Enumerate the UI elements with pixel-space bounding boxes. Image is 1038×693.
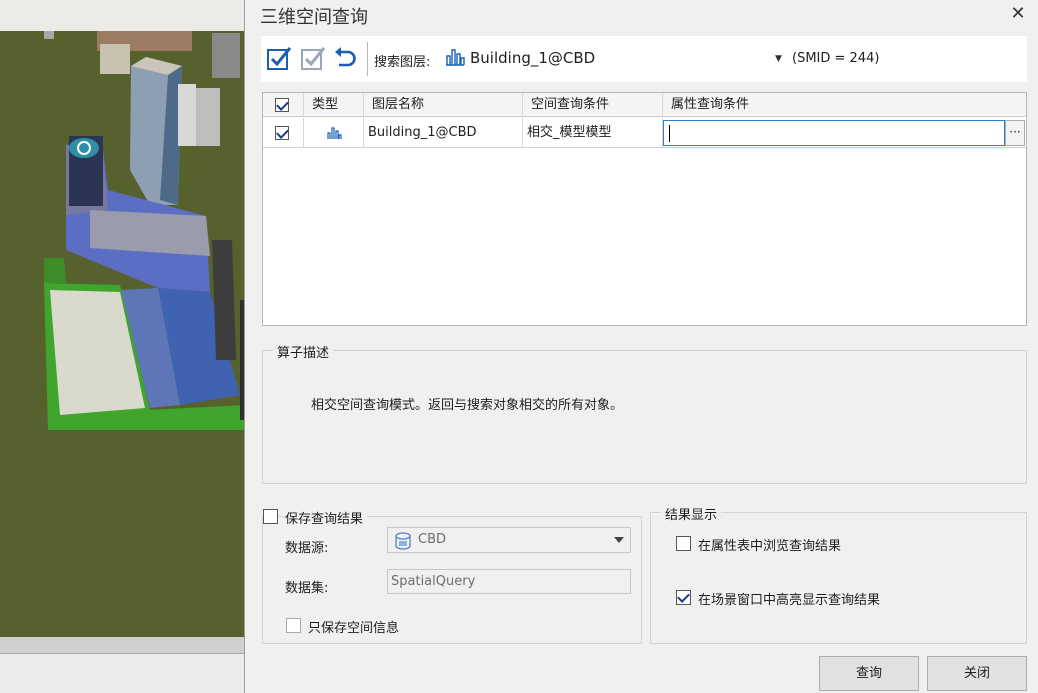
titlebar: 三维空间查询 ✕	[245, 0, 1038, 30]
undo-icon[interactable]	[331, 44, 361, 74]
row-type-cell	[304, 118, 364, 148]
header-layer-name[interactable]: 图层名称	[364, 93, 523, 117]
row-layer-name[interactable]: Building_1@CBD	[364, 118, 523, 148]
close-button[interactable]: 关闭	[927, 656, 1027, 691]
spatial-query-dialog: 三维空间查询 ✕ 搜索图层: Building_1@CBD ▼ (SMID = …	[244, 0, 1038, 693]
search-layer-label: 搜索图层:	[374, 55, 431, 70]
highlight-in-scene-label[interactable]: 在场景窗口中高亮显示查询结果	[698, 589, 880, 608]
dialog-title: 三维空间查询	[260, 7, 368, 28]
attr-condition-input[interactable]	[663, 120, 1005, 146]
building-layer-icon	[327, 127, 342, 139]
toolbar-separator	[367, 42, 368, 76]
datasource-combo[interactable]: CBD	[387, 527, 631, 553]
datasource-value: CBD	[418, 532, 447, 547]
scene-statusbar	[0, 653, 244, 693]
operator-desc-title: 算子描述	[273, 342, 334, 361]
grid-header: 类型 图层名称 空间查询条件 属性查询条件	[263, 93, 1026, 117]
layer-dropdown-arrow-icon[interactable]: ▼	[775, 54, 782, 64]
spatial-only-label[interactable]: 只保存空间信息	[308, 617, 399, 636]
operator-desc-group: 算子描述 相交空间查询模式。返回与搜索对象相交的所有对象。	[262, 342, 1027, 484]
query-button[interactable]: 查询	[819, 656, 919, 691]
smid-label: (SMID = 244)	[792, 51, 880, 66]
row-spatial-condition[interactable]: 相交_模型模型	[523, 118, 663, 148]
dataset-label: 数据集:	[285, 581, 329, 596]
save-results-checkbox[interactable]	[263, 509, 278, 524]
dataset-value: SpatialQuery	[391, 574, 476, 589]
datasource-icon	[395, 532, 411, 550]
row-checkbox-cell	[263, 118, 304, 148]
text-caret	[669, 125, 670, 142]
search-layer-value[interactable]: Building_1@CBD	[470, 49, 595, 67]
header-type[interactable]: 类型	[304, 93, 364, 117]
spatial-only-checkbox[interactable]	[286, 618, 301, 633]
attr-condition-ellipsis-button[interactable]: ···	[1005, 120, 1025, 146]
close-icon[interactable]: ✕	[1007, 3, 1029, 25]
building-layer-icon	[445, 47, 465, 67]
browse-in-table-checkbox[interactable]	[676, 536, 691, 551]
header-checkbox-cell	[263, 93, 304, 117]
scene-viewport[interactable]	[0, 0, 244, 693]
header-spatial-condition[interactable]: 空间查询条件	[523, 93, 663, 117]
datasource-label: 数据源:	[285, 541, 329, 556]
result-display-group: 结果显示	[650, 504, 1027, 644]
result-display-title: 结果显示	[661, 504, 722, 523]
highlight-in-scene-checkbox[interactable]	[676, 590, 691, 605]
chevron-down-icon	[614, 537, 624, 543]
query-layer-grid: 类型 图层名称 空间查询条件 属性查询条件 Building_1@CBD 相交_…	[262, 92, 1027, 326]
operator-desc-text: 相交空间查询模式。返回与搜索对象相交的所有对象。	[311, 398, 624, 413]
select-all-icon[interactable]	[265, 44, 295, 74]
select-inverse-icon[interactable]	[299, 44, 329, 74]
dataset-input[interactable]: SpatialQuery	[387, 569, 631, 594]
toolbar: 搜索图层: Building_1@CBD ▼ (SMID = 244)	[261, 36, 1027, 82]
table-row[interactable]: Building_1@CBD 相交_模型模型 ···	[263, 118, 1026, 148]
scene-rendering	[0, 31, 244, 637]
row-checkbox[interactable]	[275, 126, 289, 140]
save-results-label[interactable]: 保存查询结果	[285, 508, 368, 527]
header-select-all-checkbox[interactable]	[275, 98, 289, 112]
browse-in-table-label[interactable]: 在属性表中浏览查询结果	[698, 535, 841, 554]
header-attr-condition[interactable]: 属性查询条件	[663, 93, 1026, 117]
